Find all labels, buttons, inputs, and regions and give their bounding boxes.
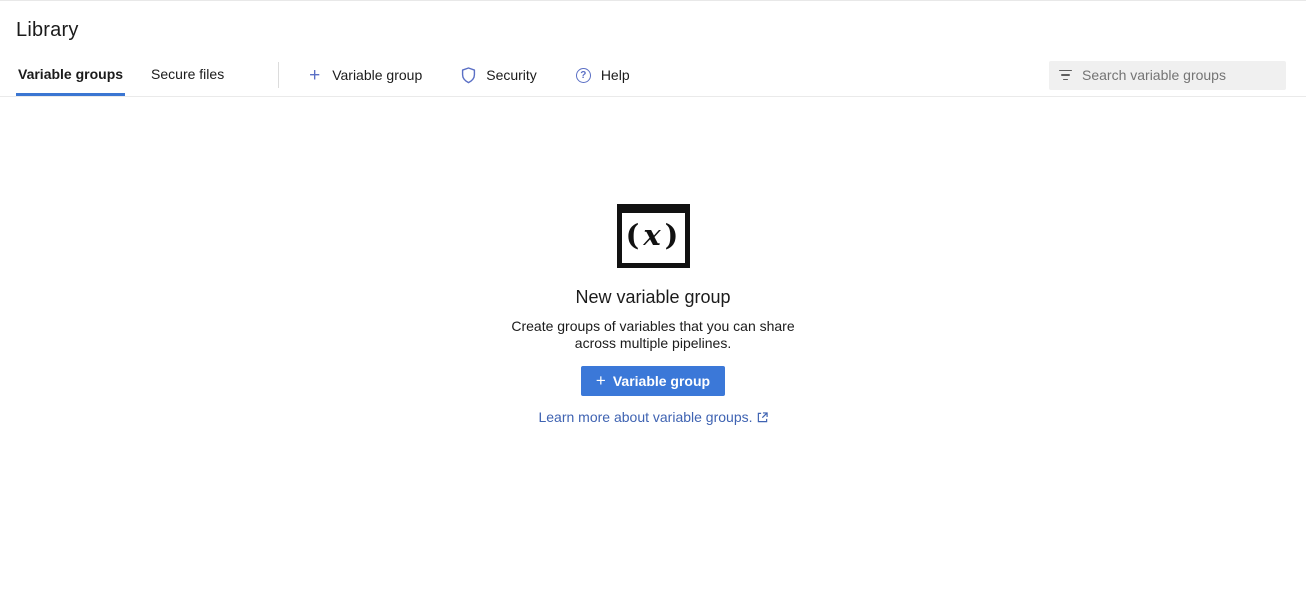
tab-variable-groups[interactable]: Variable groups (16, 54, 125, 96)
page-title: Library (16, 19, 1290, 42)
tab-secure-files-label: Secure files (151, 66, 224, 82)
security-command[interactable]: Security (460, 54, 537, 96)
variable-group-icon-glyph: (x) (622, 213, 685, 259)
tab-command-bar: Variable groups Secure files + Variable … (0, 54, 1306, 97)
variable-group-button[interactable]: + Variable group (581, 366, 725, 396)
search-input[interactable] (1082, 67, 1276, 83)
variable-group-icon: (x) (617, 204, 690, 268)
page-header: Library (0, 1, 1306, 54)
empty-state-description: Create groups of variables that you can … (498, 318, 808, 352)
help-label: Help (601, 67, 630, 83)
add-variable-group-command[interactable]: + Variable group (306, 54, 422, 96)
empty-state-title: New variable group (575, 287, 730, 308)
search-box[interactable] (1049, 61, 1286, 90)
empty-state: (x) New variable group Create groups of … (0, 97, 1306, 425)
help-icon: ? (575, 67, 592, 84)
shield-icon (460, 67, 477, 84)
plus-icon: + (306, 67, 323, 84)
security-label: Security (486, 67, 537, 83)
learn-more-link[interactable]: Learn more about variable groups. (538, 409, 767, 425)
add-variable-group-label: Variable group (332, 67, 422, 83)
learn-more-link-label: Learn more about variable groups. (538, 409, 752, 425)
help-command[interactable]: ? Help (575, 54, 630, 96)
toolbar-divider (278, 62, 279, 88)
tab-variable-groups-label: Variable groups (18, 66, 123, 82)
external-link-icon (757, 412, 768, 423)
tab-secure-files[interactable]: Secure files (149, 54, 226, 96)
variable-group-button-label: Variable group (613, 373, 710, 389)
plus-icon: + (596, 372, 606, 391)
filter-icon (1059, 70, 1072, 81)
